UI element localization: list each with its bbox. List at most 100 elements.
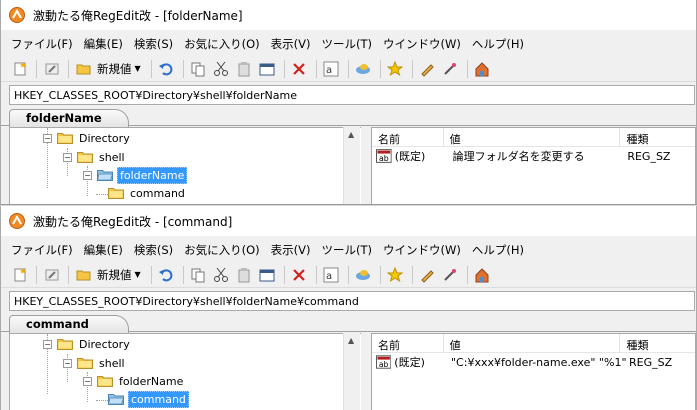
favorites-button[interactable] [385,264,406,285]
home-button[interactable] [472,58,493,79]
menu-tools[interactable]: ツール(T) [322,36,373,52]
regedit-window-folderName: 激動たる俺RegEdit改 - [folderName] ファイル(F) 編集(… [0,0,697,205]
column-value-header[interactable]: 値 [444,128,621,147]
menu-help[interactable]: ヘルプ(H) [472,242,524,258]
tab-strip: folderName [1,108,696,127]
menu-file[interactable]: ファイル(F) [11,242,73,258]
properties-button[interactable] [257,264,278,285]
folder-icon [108,187,124,199]
collapse-icon[interactable]: − [83,376,92,386]
menu-search[interactable]: 検索(S) [134,36,173,52]
column-type-header[interactable]: 種類 [620,128,695,147]
collapse-icon[interactable]: − [43,339,52,349]
menu-view[interactable]: 表示(V) [271,36,311,52]
scroll-up-icon[interactable]: ▲ [348,336,354,345]
collapse-icon[interactable]: − [43,133,52,143]
menu-edit[interactable]: 編集(E) [84,242,123,258]
paste-button[interactable] [234,264,255,285]
collapse-icon[interactable]: − [83,170,92,180]
tree-node-directory[interactable]: − Directory [43,335,132,353]
list-item[interactable]: (既定) "C:¥xxx¥folder-name.exe" "%1" REG_S… [372,353,695,371]
undo-button[interactable] [156,264,177,285]
delete-x-icon [293,62,305,75]
column-type-header[interactable]: 種類 [620,334,695,353]
collapse-icon[interactable]: − [63,152,72,162]
menu-window[interactable]: ウインドウ(W) [383,242,461,258]
menu-window[interactable]: ウインドウ(W) [383,36,461,52]
cut-button[interactable] [211,264,232,285]
properties-button[interactable] [257,58,278,79]
menu-favorites[interactable]: お気に入り(O) [184,242,260,258]
scissors-icon [214,267,229,282]
column-name-header[interactable]: 名前 [372,128,444,147]
value-list[interactable]: 名前 値 種類 (既定) "C:¥xxx¥folder-name.exe" "%… [371,333,696,410]
connect-button[interactable] [353,264,374,285]
column-value-header[interactable]: 値 [444,334,621,353]
tab-command[interactable]: command [9,315,129,333]
menu-favorites[interactable]: お気に入り(O) [184,36,260,52]
find-button[interactable]: a [321,264,342,285]
tree-node-folderName[interactable]: − folderName [83,372,185,390]
tree-node-command[interactable]: command [108,184,187,202]
new-key-icon [14,267,26,281]
new-value-button[interactable]: 新規値 [97,267,132,283]
tree-node-command[interactable]: command [108,390,189,408]
menu-edit[interactable]: 編集(E) [84,36,123,52]
connect-button[interactable] [353,58,374,79]
chevron-down-icon[interactable]: ▼ [135,270,141,279]
tree-scrollbar[interactable]: ▲ [343,333,360,410]
new-key-button[interactable] [9,58,30,79]
favorites-button[interactable] [385,58,406,79]
paste-button[interactable] [234,58,255,79]
home-button[interactable] [472,264,493,285]
list-item[interactable]: (既定) 論理フォルダ名を変更する REG_SZ [372,147,695,165]
find-text-icon: a [323,61,339,76]
address-field[interactable]: HKEY_CLASSES_ROOT¥Directory¥shell¥folder… [9,85,695,105]
tree-pane[interactable]: − Directory − shell − folderName command [9,333,361,410]
home-icon [475,61,489,76]
cut-button[interactable] [211,58,232,79]
new-value-button[interactable]: 新規値 [97,61,132,77]
rename-button[interactable] [41,264,62,285]
address-field[interactable]: HKEY_CLASSES_ROOT¥Directory¥shell¥folder… [9,291,695,311]
tree-label: Directory [79,131,130,145]
chevron-down-icon[interactable]: ▼ [135,64,141,73]
find-button[interactable]: a [321,58,342,79]
tree-label: folderName [119,374,184,388]
delete-button[interactable] [289,58,310,79]
edit-button[interactable] [417,264,438,285]
open-folder-button[interactable] [73,58,94,79]
folder-icon [97,375,113,387]
menu-tools[interactable]: ツール(T) [322,242,373,258]
delete-x-icon [293,268,305,281]
column-name-header[interactable]: 名前 [372,334,444,353]
value-data: "C:¥xxx¥folder-name.exe" "%1" [451,355,627,369]
menu-bar: ファイル(F) 編集(E) 検索(S) お気に入り(O) 表示(V) ツール(T… [1,33,696,55]
menu-file[interactable]: ファイル(F) [11,36,73,52]
tree-node-shell[interactable]: − shell [63,354,127,372]
copy-button[interactable] [188,264,209,285]
tree-scrollbar[interactable]: ▲ [343,127,360,205]
tree-node-directory[interactable]: − Directory [43,129,132,147]
new-key-button[interactable] [9,264,30,285]
rename-button[interactable] [41,58,62,79]
title-bar[interactable]: 激動たる俺RegEdit改 - [folderName] [1,0,696,30]
tree-node-folderName[interactable]: − folderName [83,166,188,184]
wizard-button[interactable] [440,264,461,285]
tree-pane[interactable]: − Directory − shell − folderName command [9,127,361,205]
open-folder-button[interactable] [73,264,94,285]
delete-button[interactable] [289,264,310,285]
edit-button[interactable] [417,58,438,79]
wizard-button[interactable] [440,58,461,79]
menu-view[interactable]: 表示(V) [271,242,311,258]
tab-folderName[interactable]: folderName [9,109,129,127]
menu-search[interactable]: 検索(S) [134,242,173,258]
tree-node-shell[interactable]: − shell [63,148,127,166]
menu-help[interactable]: ヘルプ(H) [472,36,524,52]
undo-button[interactable] [156,58,177,79]
title-bar[interactable]: 激動たる俺RegEdit改 - [command] [1,206,696,236]
collapse-icon[interactable]: − [63,358,72,368]
copy-button[interactable] [188,58,209,79]
value-list[interactable]: 名前 値 種類 (既定) 論理フォルダ名を変更する REG_SZ [371,127,696,205]
scroll-up-icon[interactable]: ▲ [348,130,354,139]
